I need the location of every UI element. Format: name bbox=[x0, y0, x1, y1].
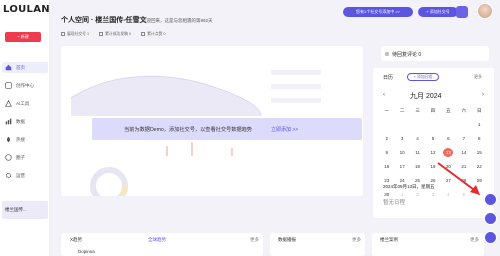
red-arrow-icon bbox=[437, 162, 480, 195]
